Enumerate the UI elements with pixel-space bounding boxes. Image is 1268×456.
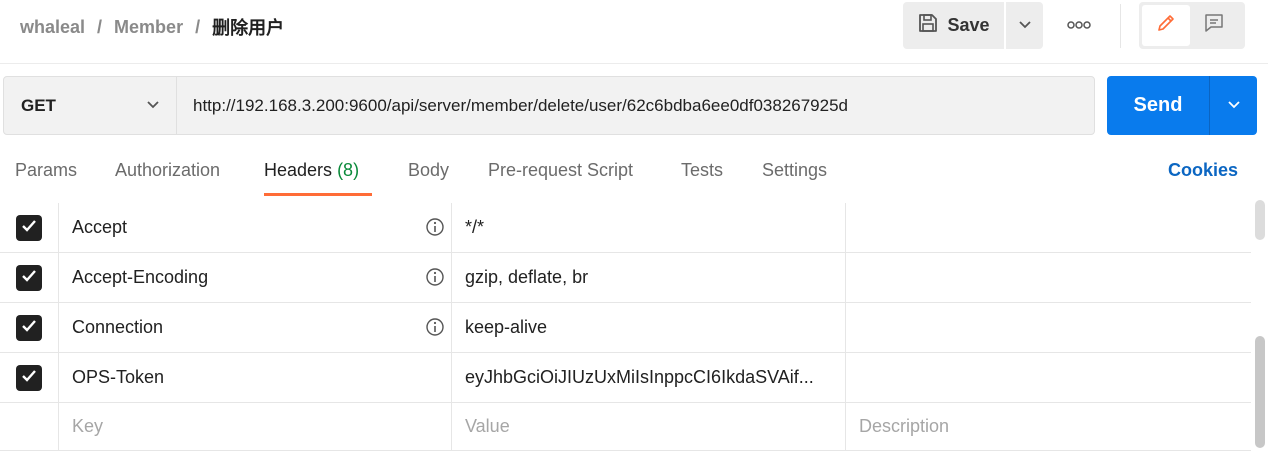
header-key: Accept (72, 217, 128, 237)
send-options-button[interactable] (1210, 76, 1257, 135)
header-value[interactable]: gzip, deflate, br (452, 253, 846, 302)
header-value[interactable]: eyJhbGciOiJIUzUxMiIsInppcCI6IkdaSVAif... (452, 353, 846, 402)
checkmark-icon (21, 317, 37, 338)
breadcrumb-collection[interactable]: Member (114, 17, 183, 38)
breadcrumb-workspace[interactable]: whaleal (20, 17, 85, 38)
tab-tests[interactable]: Tests (681, 160, 723, 181)
save-icon (917, 12, 939, 39)
tab-settings[interactable]: Settings (762, 160, 827, 181)
header-key-cell[interactable]: Accept-Encoding (59, 253, 452, 302)
new-key-input[interactable]: Key (59, 403, 452, 450)
scrollbar-top (1255, 200, 1265, 240)
breadcrumb-separator: / (97, 16, 103, 37)
checkmark-icon (21, 217, 37, 238)
scrollbar-thumb[interactable] (1255, 336, 1265, 448)
comments-button[interactable] (1190, 5, 1238, 46)
row-checkbox[interactable] (16, 214, 42, 241)
info-icon[interactable] (425, 317, 445, 342)
request-tabs: Params Authorization Headers (8) Body Pr… (0, 150, 1268, 196)
request-url-bar: GET http://192.168.3.200:9600/api/server… (3, 76, 1095, 135)
table-row: Accept-Encoding gzip, deflate, br (0, 253, 1251, 303)
tab-authorization[interactable]: Authorization (115, 160, 220, 181)
method-label: GET (21, 95, 56, 115)
table-row: Accept */* (0, 203, 1251, 253)
header-key-cell[interactable]: Connection (59, 303, 452, 352)
right-panel-toggle-group (1139, 2, 1245, 49)
request-name[interactable]: 删除用户 (212, 14, 284, 40)
row-checkbox-cell (0, 353, 59, 402)
row-checkbox-cell (0, 403, 59, 450)
header-value[interactable]: */* (452, 203, 846, 252)
more-actions-button[interactable] (1060, 12, 1098, 40)
active-tab-indicator (264, 193, 372, 196)
header-key: OPS-Token (72, 367, 165, 387)
header-key: Accept-Encoding (72, 267, 209, 287)
save-options-button[interactable] (1006, 2, 1043, 49)
row-checkbox-cell (0, 303, 59, 352)
row-checkbox[interactable] (16, 314, 42, 341)
checkmark-icon (21, 267, 37, 288)
header-key: Connection (72, 317, 164, 337)
checkmark-icon (21, 367, 37, 388)
info-icon[interactable] (425, 267, 445, 292)
request-header-bar: whaleal / Member / 删除用户 Save (0, 0, 1268, 52)
headers-table: Accept */* Accept-Encoding gzip, deflate… (0, 203, 1252, 456)
new-description-input[interactable]: Description (846, 403, 1251, 450)
breadcrumb: whaleal / Member / 删除用户 (20, 14, 284, 40)
tab-body[interactable]: Body (408, 160, 449, 181)
header-description[interactable] (846, 353, 1251, 402)
tab-headers[interactable]: Headers (8) (264, 160, 359, 181)
header-value[interactable]: keep-alive (452, 303, 846, 352)
save-button-group: Save (903, 2, 1043, 49)
method-select[interactable]: GET (4, 77, 177, 134)
row-checkbox-cell (0, 253, 59, 302)
breadcrumb-separator: / (195, 16, 201, 37)
row-checkbox[interactable] (16, 364, 42, 391)
tab-prerequest-script[interactable]: Pre-request Script (488, 160, 633, 181)
save-button[interactable]: Save (903, 2, 1004, 49)
more-horizontal-icon (1067, 17, 1091, 35)
info-icon[interactable] (425, 217, 445, 242)
header-description[interactable] (846, 203, 1251, 252)
chevron-down-icon (1018, 17, 1032, 35)
toolbar-divider (1120, 4, 1121, 48)
url-input[interactable]: http://192.168.3.200:9600/api/server/mem… (177, 77, 1094, 134)
cookies-link[interactable]: Cookies (1168, 160, 1238, 181)
header-description[interactable] (846, 253, 1251, 302)
row-checkbox-cell (0, 203, 59, 252)
table-row: OPS-Token eyJhbGciOiJIUzUxMiIsInppcCI6Ik… (0, 353, 1251, 403)
save-label: Save (947, 15, 990, 35)
comment-icon (1203, 12, 1225, 39)
new-value-input[interactable]: Value (452, 403, 846, 450)
headers-count-badge: (8) (337, 160, 360, 180)
header-description[interactable] (846, 303, 1251, 352)
tab-params[interactable]: Params (15, 160, 77, 181)
header-key-cell[interactable]: Accept (59, 203, 452, 252)
send-button-group: Send (1107, 76, 1257, 135)
tab-headers-label: Headers (264, 160, 333, 180)
row-checkbox[interactable] (16, 264, 42, 291)
header-key-cell[interactable]: OPS-Token (59, 353, 452, 402)
header-divider (0, 63, 1268, 64)
chevron-down-icon (1227, 97, 1241, 115)
pencil-icon (1155, 12, 1177, 39)
new-header-row: Key Value Description (0, 403, 1251, 451)
send-button[interactable]: Send (1107, 76, 1209, 135)
table-row: Connection keep-alive (0, 303, 1251, 353)
chevron-down-icon (146, 97, 160, 115)
documentation-edit-button[interactable] (1142, 5, 1190, 46)
